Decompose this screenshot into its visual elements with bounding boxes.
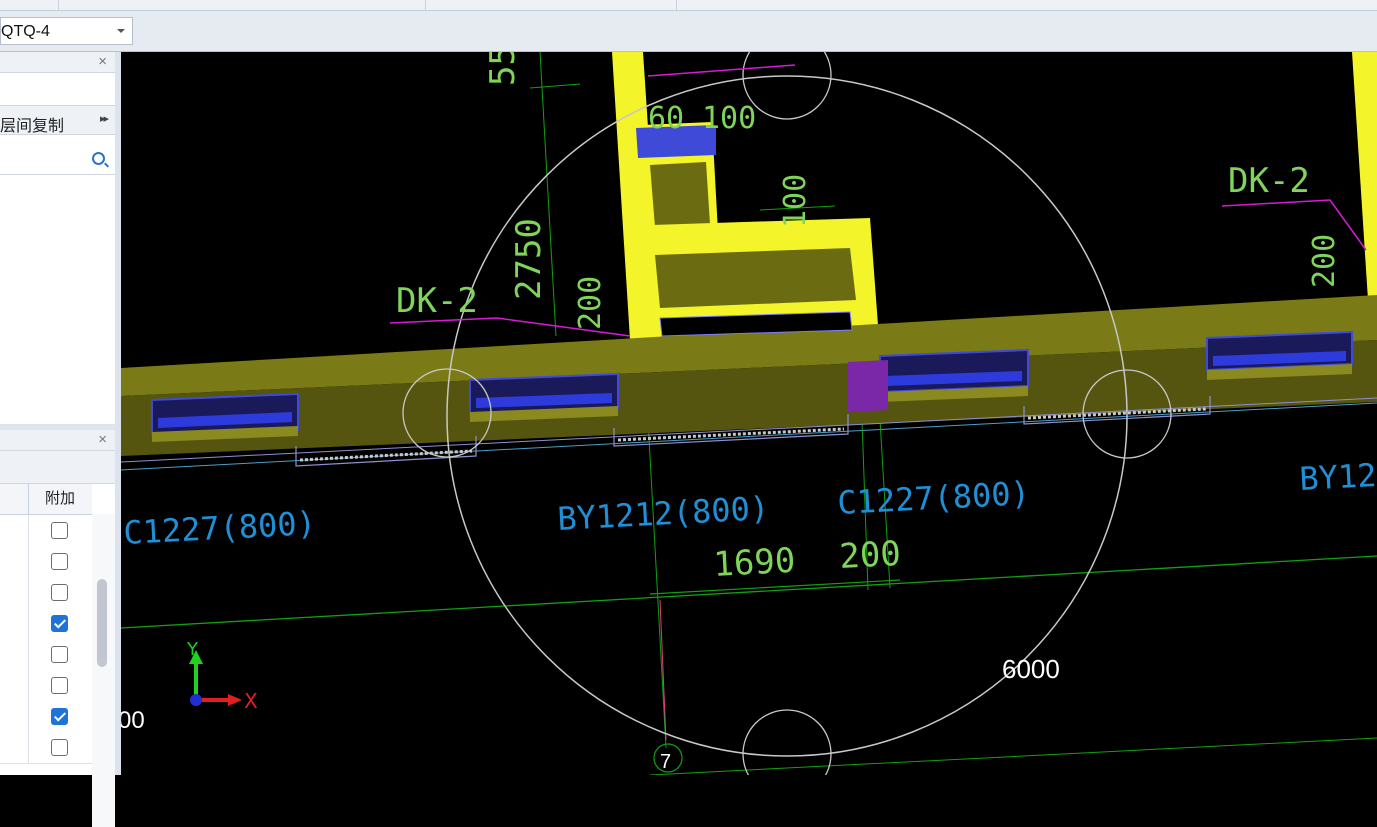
dim-label-200-left: 200 — [573, 276, 608, 330]
properties-grid-header: 附加 — [0, 484, 92, 515]
menu-separator — [676, 0, 677, 10]
table-row — [0, 701, 92, 733]
table-row — [0, 670, 92, 702]
table-row — [0, 639, 92, 671]
cell-divider — [28, 515, 29, 546]
cell-divider — [28, 639, 29, 670]
table-row — [0, 546, 92, 578]
expand-more-icon[interactable]: ▸▸ — [100, 112, 109, 125]
properties-panel-header: × — [0, 430, 115, 451]
cell-divider — [28, 670, 29, 701]
search-input[interactable] — [0, 146, 115, 175]
attach-checkbox[interactable] — [51, 584, 68, 601]
window-label-by121-right: BY121 — [1298, 455, 1377, 498]
floor-combo[interactable]: QTQ-4 — [0, 17, 133, 45]
cad-drawing-canvas[interactable]: 550 60 100 100 2750 200 200 DK-2 DK-2 16… — [118, 25, 1377, 799]
properties-scrollbar[interactable] — [92, 514, 115, 827]
table-row — [0, 732, 92, 764]
chevron-down-icon[interactable] — [117, 29, 125, 33]
table-row — [0, 577, 92, 609]
table-row — [0, 608, 92, 640]
dim-label-100-top: 100 — [702, 101, 756, 136]
attach-checkbox[interactable] — [51, 677, 68, 694]
attach-checkbox[interactable] — [51, 708, 68, 725]
column-header-attach: 附加 — [28, 484, 91, 514]
layer-copy-label: 层间复制 — [0, 118, 65, 135]
dim-label-60: 60 — [648, 101, 684, 136]
attach-checkbox[interactable] — [51, 739, 68, 756]
axis-marker-7: 7 — [660, 751, 671, 773]
attach-checkbox[interactable] — [51, 646, 68, 663]
dim-label-100-right: 100 — [778, 174, 813, 228]
attach-checkbox[interactable] — [51, 615, 68, 632]
dim-label-2750: 2750 — [509, 218, 549, 300]
dim-label-550: 550 — [483, 52, 523, 86]
axis-x-label: X — [244, 689, 258, 713]
close-icon[interactable]: × — [98, 52, 107, 72]
properties-toolbar — [0, 451, 115, 484]
cell-divider — [28, 577, 29, 608]
left-panel: × 层间复制 ▸▸ × 附加 — [0, 52, 121, 827]
cell-divider — [28, 546, 29, 577]
close-icon[interactable]: × — [98, 430, 107, 450]
toolbar: QTQ-4 — [0, 11, 1377, 52]
dim-label-200-bottom: 200 — [838, 534, 901, 577]
cell-divider — [28, 701, 29, 732]
top-menu-strip — [0, 0, 1377, 11]
scrollbar-thumb[interactable] — [97, 579, 107, 667]
menu-separator — [425, 0, 426, 10]
attach-checkbox[interactable] — [51, 553, 68, 570]
axis-y-label: Y — [186, 639, 199, 660]
cell-divider — [28, 608, 29, 639]
table-row — [0, 515, 92, 547]
radius-label-6000: 6000 — [1002, 654, 1060, 684]
attach-checkbox[interactable] — [51, 522, 68, 539]
dim-label-1690: 1690 — [712, 541, 796, 585]
opening-label-dk2-right: DK-2 — [1228, 161, 1310, 201]
floor-combo-value: QTQ-4 — [1, 23, 50, 40]
panel-header: × — [0, 52, 115, 73]
layer-copy-row[interactable]: 层间复制 ▸▸ — [0, 105, 115, 135]
search-icon[interactable] — [92, 152, 105, 165]
cell-divider — [28, 732, 29, 763]
dim-label-200-right: 200 — [1307, 234, 1342, 288]
opening-label-dk2-left: DK-2 — [396, 281, 478, 321]
edge-label-00: 00 — [121, 707, 145, 734]
menu-separator — [58, 0, 59, 10]
